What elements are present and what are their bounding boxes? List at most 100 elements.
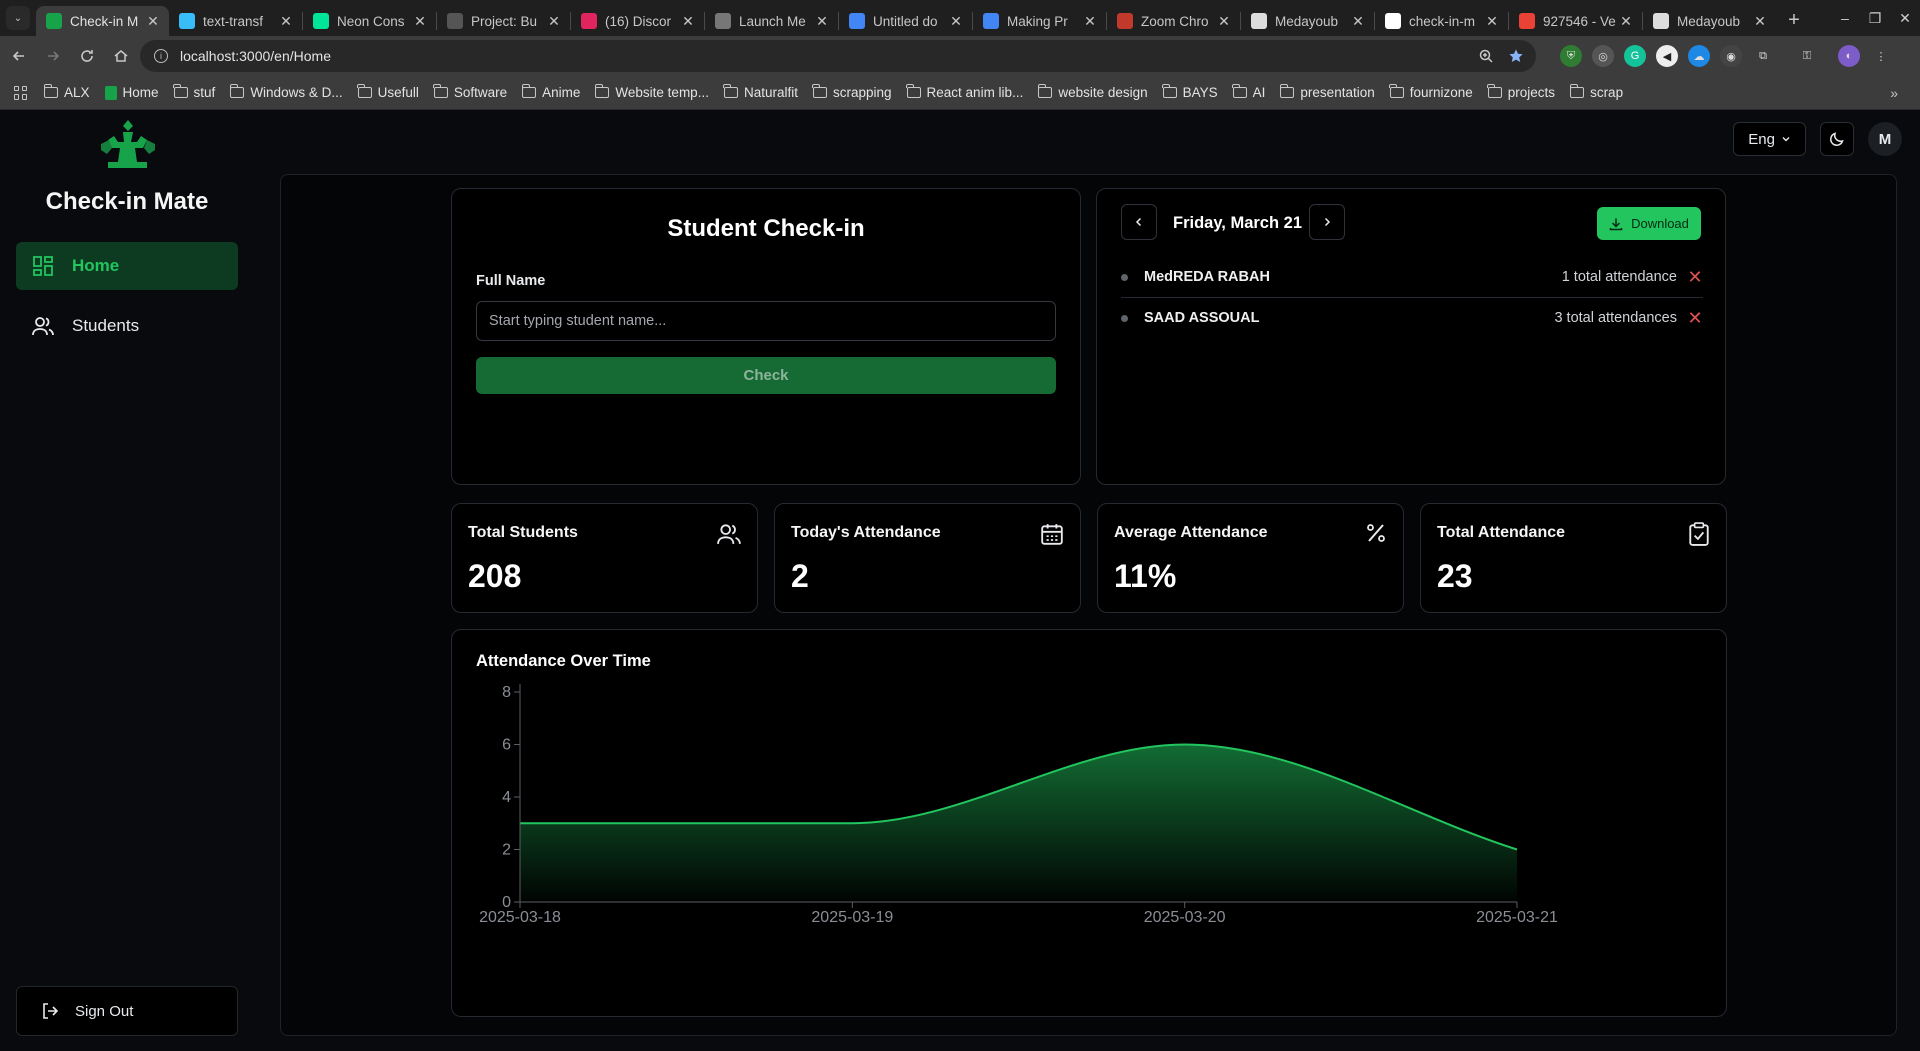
folder-icon [521,84,537,98]
bookmark-item[interactable]: presentation [1279,84,1375,100]
bookmarks-overflow-icon[interactable]: » [1890,85,1898,101]
bookmark-item[interactable]: stuf [173,84,215,100]
bookmark-item[interactable]: fournizone [1389,84,1473,100]
address-bar[interactable]: i localhost:3000/en/Home [140,40,1536,72]
home-icon [114,50,128,62]
discord-icon [581,13,597,29]
bookmark-item[interactable]: projects [1487,84,1555,100]
remove-icon[interactable]: ✕ [1687,308,1703,329]
tab-close-icon[interactable]: ✕ [145,13,161,30]
forward-button[interactable] [38,41,68,71]
check-button[interactable]: Check [476,357,1056,394]
app-logo-icon [101,120,155,168]
folder-icon [43,84,58,98]
browser-tab[interactable]: check-in-m ✕ [1375,6,1508,36]
extension-cloud-icon[interactable]: ☁ [1688,45,1710,67]
next-day-button[interactable] [1309,204,1345,240]
tab-close-icon[interactable]: ✕ [948,13,964,30]
restore-button[interactable]: ❐ [1860,10,1890,27]
close-window-button[interactable]: ✕ [1890,10,1920,27]
bookmark-item[interactable]: Naturalfit [723,84,798,100]
user-avatar[interactable]: M [1868,122,1902,156]
calendar-icon [1041,524,1063,545]
tab-close-icon[interactable]: ✕ [412,13,428,30]
reload-button[interactable] [72,41,102,71]
browser-tab[interactable]: text-transf ✕ [169,6,302,36]
bookmark-item[interactable]: ALX [43,84,90,100]
bookmark-item[interactable]: Windows & D... [229,84,343,100]
extension-camera-icon[interactable]: ◉ [1720,45,1742,67]
language-select[interactable]: Eng [1733,122,1806,156]
tab-close-icon[interactable]: ✕ [546,13,562,30]
browser-tab[interactable]: Project: Bu ✕ [437,6,570,36]
bookmark-item[interactable]: scrapping [812,84,892,100]
stat-title: Total Students [468,524,578,541]
bookmark-item[interactable]: Home [104,85,159,100]
browser-tab[interactable]: Medayoub ✕ [1643,6,1776,36]
browser-tab[interactable]: Check-in M ✕ [36,6,169,36]
theme-toggle-button[interactable] [1820,122,1854,156]
bookmarks-bar: ALX Home stuf Windows & D... Usefull Software… [0,76,1920,110]
extensions-puzzle-icon[interactable]: ⧉ [1752,45,1774,67]
extension-grammarly-icon[interactable]: G [1624,45,1646,67]
profile-avatar-icon[interactable]: ◐ [1838,45,1860,67]
previous-day-button[interactable] [1121,204,1157,240]
browser-tab[interactable]: Zoom Chro ✕ [1107,6,1240,36]
bookmark-label: Software [453,85,508,100]
bookmark-item[interactable]: Website temp... [594,84,709,100]
tab-close-icon[interactable]: ✕ [1216,13,1232,30]
bullet-icon [1121,273,1128,281]
app-logo-icon [46,13,62,29]
student-name: SAAD ASSOUAL [1144,310,1260,326]
tab-close-icon[interactable]: ✕ [1350,13,1366,30]
browser-tab[interactable]: Launch Me ✕ [705,6,838,36]
browser-tab[interactable]: 927546 - Ve ✕ [1509,6,1642,36]
star-icon[interactable] [1508,48,1524,64]
extension-shield-icon[interactable]: ◎ [1592,45,1614,67]
browser-tab[interactable]: Medayoub ✕ [1241,6,1374,36]
browser-tab[interactable]: Untitled do ✕ [839,6,972,36]
new-tab-button[interactable]: + [1780,6,1808,34]
bookmark-item[interactable]: Usefull [357,84,419,100]
site-info-icon[interactable]: i [154,49,168,63]
bookmark-item[interactable]: Software [433,84,508,100]
browser-tab[interactable]: Making Pr ✕ [973,6,1106,36]
bookmark-item[interactable]: AI [1232,84,1265,100]
bookmark-item[interactable]: Anime [521,84,580,100]
extensions-area: ⛨ ◎ G ◀ ☁ ◉ ⧉ ⚿ ◐ ⋮ [1560,36,1892,76]
tab-close-icon[interactable]: ✕ [1484,13,1500,30]
remove-icon[interactable]: ✕ [1687,267,1703,288]
zoom-icon[interactable] [1478,48,1494,64]
users-icon [717,524,741,544]
bookmark-item[interactable]: BAYS [1162,84,1218,100]
tab-close-icon[interactable]: ✕ [278,13,294,30]
tab-close-icon[interactable]: ✕ [680,13,696,30]
minimize-button[interactable]: – [1830,10,1860,26]
extension-vpn-icon[interactable]: ⛨ [1560,45,1582,67]
browser-tab[interactable]: Neon Cons ✕ [303,6,436,36]
tab-close-icon[interactable]: ✕ [1082,13,1098,30]
password-key-icon[interactable]: ⚿ [1796,45,1818,67]
tab-close-icon[interactable]: ✕ [1618,13,1634,30]
apps-grid-icon[interactable] [14,85,28,100]
full-name-input[interactable] [476,301,1056,341]
sidebar-item-home[interactable]: Home [16,242,238,290]
bookmark-label: BAYS [1182,85,1218,100]
tab-close-icon[interactable]: ✕ [1752,13,1768,30]
tab-close-icon[interactable]: ✕ [814,13,830,30]
extension-arrow-icon[interactable]: ◀ [1656,45,1678,67]
address-text: localhost:3000/en/Home [180,48,331,64]
tab-search-button[interactable]: ⌄ [6,6,30,30]
sidebar-item-students[interactable]: Students [16,302,238,350]
browser-tab[interactable]: (16) Discor ✕ [571,6,704,36]
bookmark-item[interactable]: scrap [1569,84,1623,100]
download-button[interactable]: Download [1597,207,1701,240]
bookmark-item[interactable]: React anim lib... [906,84,1023,100]
sign-out-button[interactable]: Sign Out [16,986,238,1036]
browser-menu-icon[interactable]: ⋮ [1870,45,1892,67]
back-button[interactable] [4,41,34,71]
sign-out-label: Sign Out [75,1002,134,1020]
bookmark-item[interactable]: website design [1037,84,1148,100]
home-button[interactable] [106,41,136,71]
folder-icon [357,84,372,98]
